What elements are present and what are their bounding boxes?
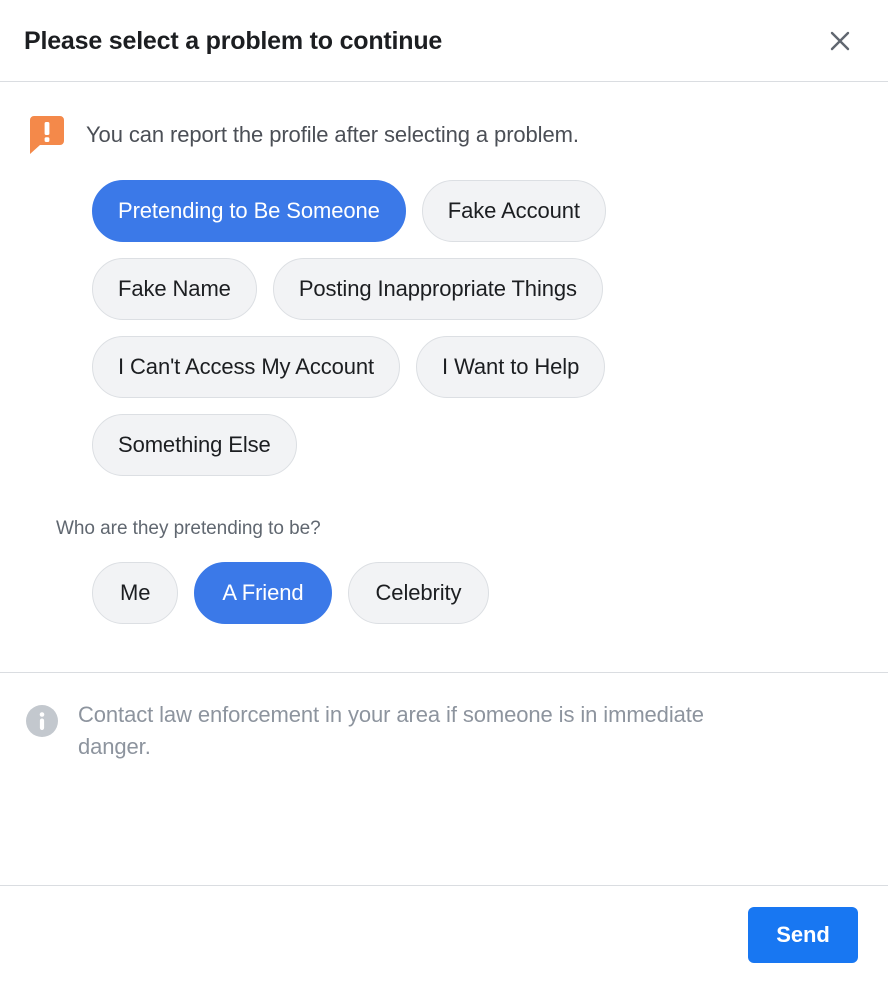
info-text: Contact law enforcement in your area if … (78, 702, 704, 759)
pill-label: Fake Name (118, 276, 231, 301)
report-problem-dialog: Please select a problem to continue You … (0, 0, 888, 984)
pill-label: Something Else (118, 432, 271, 457)
warning-speech-bubble-icon (26, 114, 68, 156)
problem-option-fake-account[interactable]: Fake Account (421, 180, 606, 242)
send-button[interactable]: Send (748, 907, 858, 963)
notice-text: You can report the profile after selecti… (86, 121, 579, 147)
problem-option-something-else[interactable]: Something Else (92, 414, 297, 476)
problem-option-i-want-to-help[interactable]: I Want to Help (416, 336, 606, 398)
subquestion-option-me[interactable]: Me (92, 562, 179, 624)
pill-label: A Friend (222, 580, 304, 605)
problem-option-i-cant-access-my-account[interactable]: I Can't Access My Account (92, 336, 401, 398)
pill-label: Me (120, 580, 151, 605)
close-icon (825, 26, 855, 56)
subquestion-option-a-friend[interactable]: A Friend (194, 562, 332, 624)
problem-option-pretending-to-be-someone[interactable]: Pretending to Be Someone (92, 180, 406, 242)
pill-label: Pretending to Be Someone (118, 198, 380, 223)
pill-label: Fake Account (447, 198, 580, 223)
problem-options-group: Pretending to Be Someone Fake Account Fa… (0, 156, 796, 476)
subquestion-options-group: Me A Friend Celebrity (0, 540, 796, 624)
subquestion-label: Who are they pretending to be? (56, 518, 321, 539)
pill-label: I Want to Help (442, 354, 580, 379)
dialog-body: You can report the profile after selecti… (0, 82, 888, 885)
problem-option-fake-name[interactable]: Fake Name (92, 258, 257, 320)
pill-label: I Can't Access My Account (118, 354, 375, 379)
info-banner: Contact law enforcement in your area if … (0, 673, 888, 789)
problem-option-posting-inappropriate-things[interactable]: Posting Inappropriate Things (272, 258, 603, 320)
notice-banner: You can report the profile after selecti… (0, 82, 888, 156)
subquestion-option-celebrity[interactable]: Celebrity (347, 562, 490, 624)
pill-label: Celebrity (375, 580, 462, 605)
dialog-action-bar: Send (0, 885, 888, 984)
close-button[interactable] (820, 21, 860, 61)
pill-label: Posting Inappropriate Things (298, 276, 577, 301)
dialog-header: Please select a problem to continue (0, 0, 888, 82)
page-title: Please select a problem to continue (24, 26, 443, 55)
info-circle-icon (24, 703, 60, 739)
